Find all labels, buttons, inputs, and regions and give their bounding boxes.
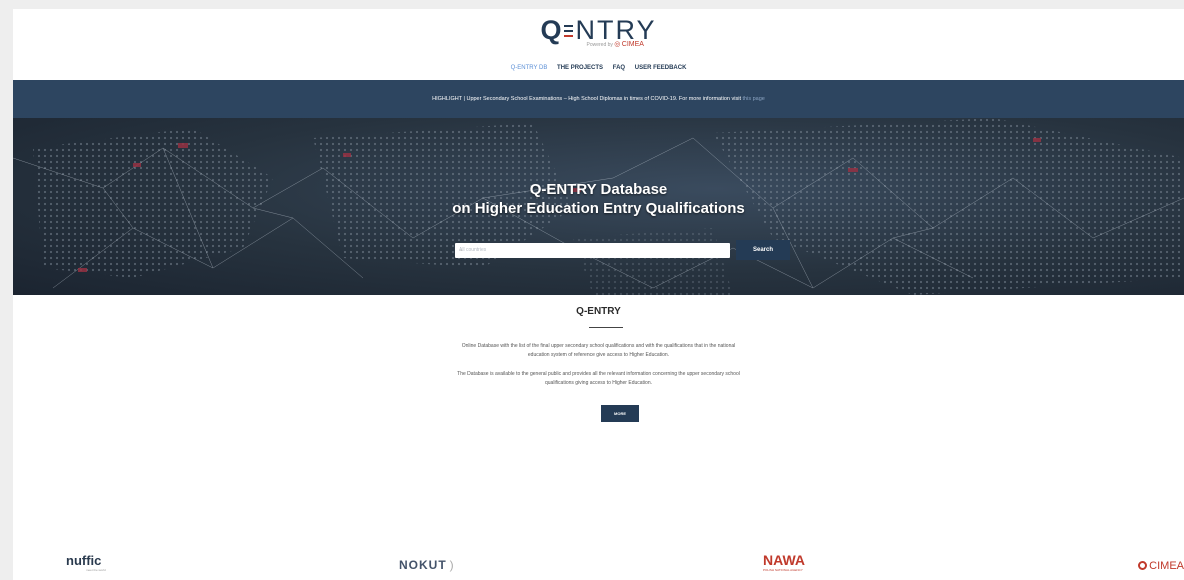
intro-paragraph-1-line2: education system of reference give acces…: [527, 352, 670, 358]
intro-paragraph-2-line2: qualifications giving access to Higher E…: [544, 380, 652, 386]
hero-title-line2: on Higher Education Entry Qualifications: [452, 200, 745, 217]
nuffic-tagline: meet the world: [86, 568, 106, 572]
nokut-logo[interactable]: NOKUT): [399, 558, 455, 572]
intro-paragraph-1: Online Database with the list of the fin…: [13, 342, 1184, 360]
nav-item-qentry-db[interactable]: Q-ENTRY DB: [511, 65, 548, 71]
country-select[interactable]: All countries ⌄: [455, 243, 730, 258]
main-nav: Q-ENTRY DB THE PROJECTS FAQ USER FEEDBAC…: [13, 65, 1184, 71]
highlight-bar: HIGHLIGHT | Upper Secondary School Exami…: [13, 80, 1184, 118]
logo-q: Q: [540, 15, 562, 45]
nuffic-logo[interactable]: nuffic meet the world: [66, 553, 106, 572]
title-divider: [589, 327, 623, 328]
hero-banner: Q-ENTRY Database on Higher Education Ent…: [13, 118, 1184, 295]
cimea-mini-logo: ◎: [614, 41, 621, 48]
nav-item-the-projects[interactable]: THE PROJECTS: [557, 65, 603, 71]
highlight-text: HIGHLIGHT | Upper Secondary School Exami…: [432, 96, 743, 102]
cimea-ring-icon: [1138, 561, 1148, 570]
nawa-tagline: POLISH NATIONAL AGENCY: [763, 568, 803, 572]
intro-paragraph-2: The Database is available to the general…: [13, 370, 1184, 388]
hero-title-line1: Q-ENTRY Database: [529, 181, 668, 198]
cimea-logo[interactable]: CIMEA: [1138, 560, 1184, 572]
logo-dash-icon: [563, 24, 573, 37]
section-title: Q-ENTRY: [576, 306, 621, 317]
nawa-logo-text: NAWA: [763, 552, 805, 568]
nav-item-faq[interactable]: FAQ: [613, 65, 625, 71]
more-button[interactable]: MORE: [601, 405, 639, 422]
chevron-down-icon: ⌄: [459, 247, 464, 253]
hero-title: Q-ENTRY Database on Higher Education Ent…: [13, 180, 1184, 218]
nokut-arc-icon: ): [449, 558, 455, 572]
nav-item-user-feedback[interactable]: USER FEEDBACK: [635, 65, 687, 71]
cimea-logo-text: CIMEA: [1149, 560, 1184, 572]
intro-paragraph-1-line1: Online Database with the list of the fin…: [461, 343, 736, 349]
highlight-link[interactable]: this page: [743, 96, 765, 102]
powered-brand: CIMEA: [621, 41, 644, 48]
intro-paragraph-2-line1: The Database is available to the general…: [457, 371, 740, 377]
nuffic-logo-text: nuffic: [66, 553, 102, 568]
nokut-logo-text: NOKUT: [399, 558, 447, 572]
nawa-logo[interactable]: NAWA POLISH NATIONAL AGENCY: [763, 552, 805, 572]
search-button[interactable]: Search: [736, 240, 790, 260]
powered-by-label: Powered by: [586, 42, 613, 48]
page: Q NTRY Powered by ◎ CIMEA Q-ENTRY DB THE…: [13, 9, 1184, 580]
powered-by: Powered by ◎ CIMEA: [587, 40, 644, 48]
